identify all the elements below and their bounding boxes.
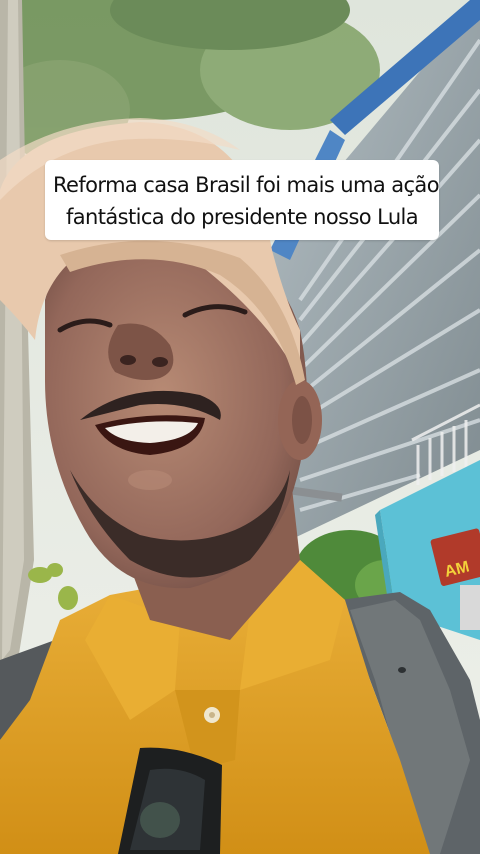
- video-scene: AM: [0, 0, 480, 854]
- caption-line-2: fantástica do presidente nosso Lula: [65, 205, 419, 229]
- caption-line-1: Reforma casa Brasil foi mais uma ação: [53, 173, 440, 197]
- caption-overlay: Reforma casa Brasil foi mais uma ação fa…: [45, 160, 440, 240]
- video-frame: AM Reforma casa Brasil foi mais uma ação…: [0, 0, 480, 854]
